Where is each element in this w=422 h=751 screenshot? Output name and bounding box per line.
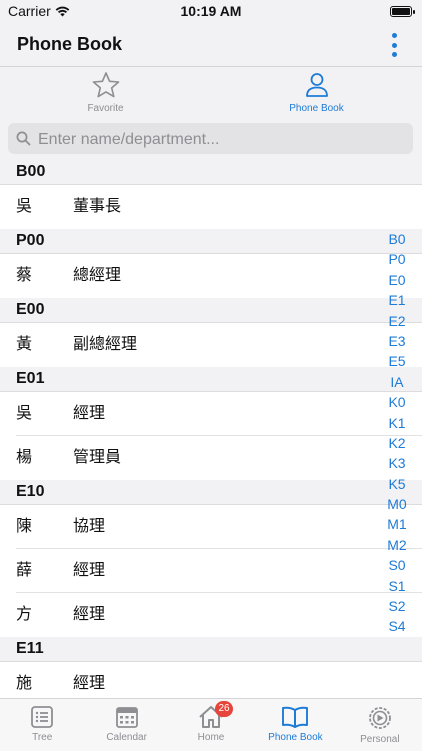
contact-row[interactable]: 吳 董事長: [0, 185, 422, 229]
contact-name: 薛: [16, 562, 33, 579]
section-header: P00: [0, 229, 422, 254]
section-index-item[interactable]: IA: [385, 372, 409, 392]
tab-phone-book[interactable]: Phone Book: [211, 67, 422, 117]
section-index-item[interactable]: M2: [385, 535, 409, 555]
tabbar-item-tree[interactable]: Tree: [0, 699, 84, 751]
contact-name: 陳: [16, 518, 33, 535]
contact-row[interactable]: 蔡 總經理: [0, 254, 422, 298]
section-index[interactable]: B0 P0 E0 E1 E2 E3 E5 IA K0 K1 K2 K3 K5 M0 M1 M2 S0 S1 S2 S4: [385, 229, 409, 637]
section-index-item[interactable]: M0: [385, 494, 409, 514]
search-input[interactable]: [36, 123, 410, 156]
contact-name: 蔡: [16, 267, 33, 284]
more-options-icon[interactable]: [390, 33, 398, 57]
contact-title: 管理員: [73, 449, 122, 466]
section-index-item[interactable]: E5: [385, 351, 409, 371]
page-title: Phone Book: [17, 34, 123, 54]
contact-title: 經理: [73, 675, 106, 692]
contact-name: 方: [16, 606, 33, 623]
contact-name: 黃: [16, 336, 33, 353]
section-index-item[interactable]: S1: [385, 576, 409, 596]
contact-title: 經理: [73, 405, 106, 422]
battery-icon: [390, 6, 415, 17]
contact-list: B00 吳 董事長 P00 蔡 總經理 E00 黃 副總經理 E01 吳 經理 …: [0, 160, 422, 698]
contact-title: 副總經理: [73, 336, 138, 353]
tabbar-item-personal[interactable]: Personal: [338, 699, 422, 751]
tab-favorite-label: Favorite: [87, 103, 124, 114]
contact-name: 楊: [16, 449, 33, 466]
tabbar-label: Home: [197, 732, 225, 743]
section-index-item[interactable]: K3: [385, 453, 409, 473]
contact-title: 協理: [73, 518, 106, 535]
section-index-item[interactable]: M1: [385, 514, 409, 534]
contact-row[interactable]: 黃 副總經理: [0, 323, 422, 367]
contact-title: 董事長: [73, 198, 122, 215]
list-icon: [31, 706, 54, 728]
section-index-item[interactable]: E3: [385, 331, 409, 351]
tabbar-item-calendar[interactable]: Calendar: [84, 699, 168, 751]
contact-row[interactable]: 楊 管理員: [0, 436, 422, 480]
section-index-item[interactable]: S0: [385, 555, 409, 575]
tabbar-item-home[interactable]: 26 Home: [169, 699, 253, 751]
section-header: E10: [0, 480, 422, 505]
section-header: E11: [0, 637, 422, 662]
section-index-item[interactable]: B0: [385, 229, 409, 249]
search-bar[interactable]: [8, 123, 413, 156]
search-area: [0, 117, 422, 160]
contact-title: 總經理: [73, 267, 122, 284]
phonebook-tabs: Favorite Phone Book: [0, 67, 422, 117]
contact-title: 經理: [73, 606, 106, 623]
section-index-item[interactable]: S2: [385, 596, 409, 616]
section-header: B00: [0, 160, 422, 185]
contact-row[interactable]: 吳 經理: [0, 392, 422, 436]
section-index-item[interactable]: S4: [385, 616, 409, 636]
status-bar: Carrier 10:19 AM: [0, 0, 422, 24]
contact-row[interactable]: 施 經理: [0, 662, 422, 698]
contact-name: 吳: [16, 198, 33, 215]
tab-phone-book-label: Phone Book: [289, 103, 344, 114]
book-icon: [282, 706, 309, 728]
bottom-tab-bar: Tree Calendar 26 Home Phone Book Persona…: [0, 698, 422, 751]
section-index-item[interactable]: K2: [385, 433, 409, 453]
settings-icon: [368, 707, 391, 729]
section-index-item[interactable]: K5: [385, 474, 409, 494]
contact-name: 施: [16, 675, 33, 692]
section-index-item[interactable]: K1: [385, 413, 409, 433]
section-index-item[interactable]: E1: [385, 290, 409, 310]
search-icon: [16, 131, 31, 146]
tabbar-label: Calendar: [106, 732, 147, 743]
contact-row[interactable]: 陳 協理: [0, 505, 422, 549]
contact-row[interactable]: 薛 經理: [0, 549, 422, 593]
tabbar-label: Personal: [360, 734, 400, 745]
notification-badge: 26: [215, 701, 234, 717]
tabbar-item-phone-book[interactable]: Phone Book: [253, 699, 337, 751]
contact-row[interactable]: 方 經理: [0, 593, 422, 637]
section-index-item[interactable]: E2: [385, 311, 409, 331]
person-icon: [305, 73, 328, 97]
calendar-icon: [115, 707, 138, 728]
tabbar-label: Phone Book: [268, 732, 323, 743]
section-index-item[interactable]: P0: [385, 249, 409, 269]
status-time: 10:19 AM: [180, 3, 242, 19]
nav-header: Phone Book: [0, 24, 422, 67]
star-icon: [92, 72, 119, 98]
contact-title: 經理: [73, 562, 106, 579]
section-index-item[interactable]: K0: [385, 392, 409, 412]
section-index-item[interactable]: E0: [385, 270, 409, 290]
section-header: E00: [0, 298, 422, 323]
contact-name: 吳: [16, 405, 33, 422]
tab-favorite[interactable]: Favorite: [0, 67, 211, 117]
section-header: E01: [0, 367, 422, 392]
tabbar-label: Tree: [32, 732, 53, 743]
